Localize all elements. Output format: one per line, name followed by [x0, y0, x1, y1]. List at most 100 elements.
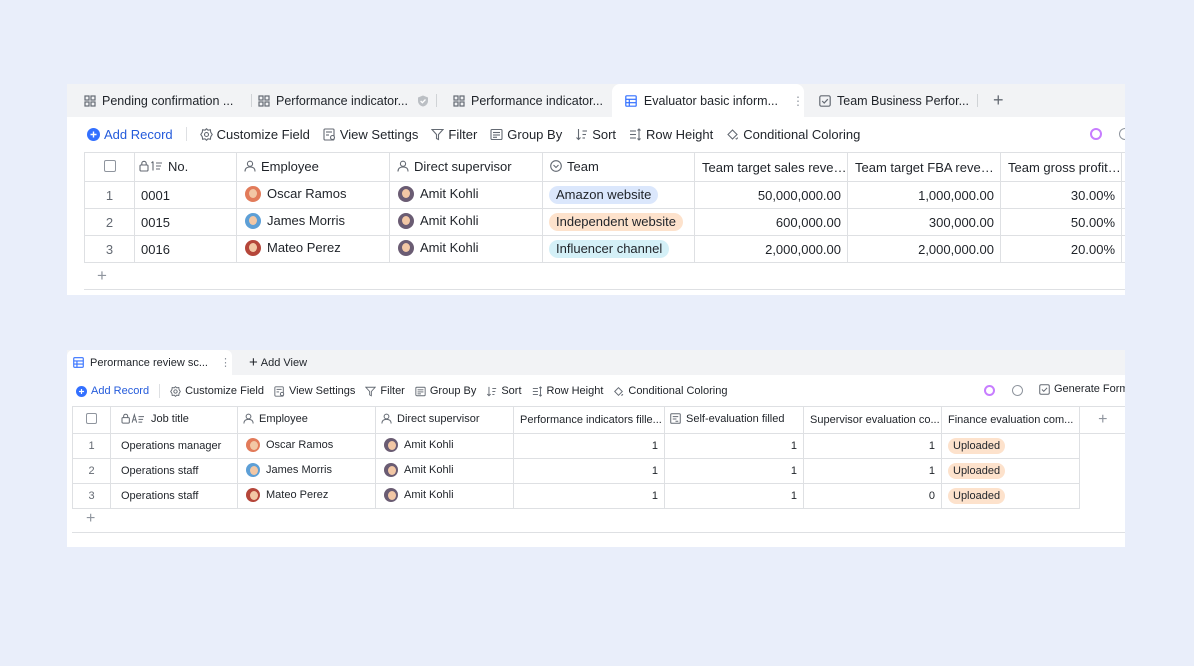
cell-gross-profit[interactable]: 20.00%	[1000, 235, 1122, 263]
table-row[interactable]: 2 0015 James Morris Amit Kohli Independe…	[84, 208, 1125, 236]
column-header-performance-indicators[interactable]: Performance indicators fille...	[513, 406, 665, 434]
table-row[interactable]: 3 Operations staff Mateo Perez Amit Kohl…	[72, 483, 1125, 509]
view-settings-button[interactable]: View Settings	[274, 385, 355, 397]
row-height-button[interactable]: Row Height	[532, 385, 604, 397]
cell-finance-evaluation[interactable]: Uploaded	[941, 483, 1080, 509]
customize-field-button[interactable]: Customize Field	[199, 127, 310, 142]
history-icon[interactable]	[1119, 128, 1125, 140]
tab-divider	[977, 94, 978, 107]
customize-field-button[interactable]: Customize Field	[170, 385, 264, 397]
cell-finance-evaluation[interactable]: Uploaded	[941, 433, 1080, 459]
group-by-button[interactable]: Group By	[490, 127, 562, 142]
cell-no[interactable]: 0015	[134, 208, 237, 236]
cell-performance-indicators[interactable]: 1	[513, 458, 665, 484]
tab-performance-indicator-2[interactable]: Performance indicator...	[452, 84, 612, 117]
cell-team[interactable]: Independent website	[542, 208, 695, 236]
column-header-employee[interactable]: Employee	[236, 152, 390, 182]
group-by-button[interactable]: Group By	[415, 385, 476, 397]
cell-performance-indicators[interactable]: 1	[513, 483, 665, 509]
cell-supervisor-evaluation[interactable]: 0	[803, 483, 942, 509]
cell-no[interactable]: 0001	[134, 181, 237, 209]
column-header-finance-evaluation[interactable]: Finance evaluation com...	[941, 406, 1080, 434]
history-icon[interactable]	[1012, 385, 1023, 396]
filter-button[interactable]: Filter	[365, 385, 405, 397]
column-header-gross-profit[interactable]: Team gross profit ...	[1000, 152, 1122, 182]
cell-supervisor-evaluation[interactable]: 1	[803, 433, 942, 459]
cell-employee[interactable]: Mateo Perez	[237, 483, 376, 509]
cell-employee[interactable]: James Morris	[236, 208, 390, 236]
column-header-employee[interactable]: Employee	[237, 406, 376, 434]
cell-team[interactable]: Amazon website	[542, 181, 695, 209]
ai-assistant-icon[interactable]	[1090, 128, 1102, 140]
row-height-label: Row Height	[546, 385, 604, 397]
column-header-sales-revenue[interactable]: Team target sales revenue	[694, 152, 848, 182]
row-height-button[interactable]: Row Height	[629, 127, 713, 142]
cell-supervisor[interactable]: Amit Kohli	[375, 458, 514, 484]
cell-supervisor[interactable]: Amit Kohli	[389, 208, 543, 236]
add-row-plus-icon[interactable]: +	[97, 266, 107, 286]
conditional-coloring-button[interactable]: Conditional Coloring	[613, 385, 727, 397]
conditional-coloring-button[interactable]: Conditional Coloring	[726, 127, 860, 142]
table-row[interactable]: 1 Operations manager Oscar Ramos Amit Ko…	[72, 433, 1125, 459]
column-header-supervisor-evaluation[interactable]: Supervisor evaluation co...	[803, 406, 942, 434]
cell-sales-revenue[interactable]: 50,000,000.00	[694, 181, 848, 209]
cell-team[interactable]: Influencer channel	[542, 235, 695, 263]
table-row[interactable]: 3 0016 Mateo Perez Amit Kohli Influencer…	[84, 235, 1125, 263]
table-row[interactable]: 1 0001 Oscar Ramos Amit Kohli Amazon web…	[84, 181, 1125, 209]
cell-fba-revenue[interactable]: 2,000,000.00	[847, 235, 1001, 263]
cell-sales-revenue[interactable]: 600,000.00	[694, 208, 848, 236]
tab-performance-indicator-1[interactable]: Performance indicator...	[257, 84, 437, 117]
more-vertical-icon[interactable]: ⋮	[220, 356, 231, 369]
add-row-plus-icon[interactable]: +	[86, 510, 95, 528]
column-header-fba-revenue[interactable]: Team target FBA revenue	[847, 152, 1001, 182]
column-header-no[interactable]: No.	[134, 152, 237, 182]
cell-finance-evaluation[interactable]: Uploaded	[941, 458, 1080, 484]
cell-supervisor[interactable]: Amit Kohli	[389, 235, 543, 263]
select-all-checkbox[interactable]	[72, 406, 111, 434]
cell-performance-indicators[interactable]: 1	[513, 433, 665, 459]
tab-performance-review[interactable]: Perormance review sc... ⋮	[67, 350, 232, 375]
cell-self-evaluation[interactable]: 1	[664, 433, 804, 459]
cell-self-evaluation[interactable]: 1	[664, 458, 804, 484]
cell-supervisor[interactable]: Amit Kohli	[389, 181, 543, 209]
cell-employee[interactable]: James Morris	[237, 458, 376, 484]
add-record-button[interactable]: Add Record	[87, 127, 173, 142]
view-settings-button[interactable]: View Settings	[323, 127, 418, 142]
cell-job-title[interactable]: Operations staff	[110, 458, 238, 484]
sort-button[interactable]: Sort	[486, 385, 522, 397]
column-header-job-title[interactable]: Job title	[110, 406, 238, 434]
add-record-button[interactable]: Add Record	[76, 385, 149, 397]
column-header-direct-supervisor[interactable]: Direct supervisor	[375, 406, 514, 434]
filter-button[interactable]: Filter	[431, 127, 477, 142]
column-header-team[interactable]: Team	[542, 152, 695, 182]
generate-form-button[interactable]: Generate Form	[1039, 383, 1125, 395]
cell-job-title[interactable]: Operations staff	[110, 483, 238, 509]
cell-employee[interactable]: Oscar Ramos	[236, 181, 390, 209]
cell-gross-profit[interactable]: 30.00%	[1000, 181, 1122, 209]
cell-job-title[interactable]: Operations manager	[110, 433, 238, 459]
cell-self-evaluation[interactable]: 1	[664, 483, 804, 509]
column-header-direct-supervisor[interactable]: Direct supervisor	[389, 152, 543, 182]
add-tab-plus-icon[interactable]: +	[993, 91, 1004, 109]
tab-evaluator-basic-info[interactable]: Evaluator basic inform... ⋮	[612, 84, 804, 117]
cell-gross-profit[interactable]: 50.00%	[1000, 208, 1122, 236]
cell-supervisor[interactable]: Amit Kohli	[375, 433, 514, 459]
select-all-checkbox[interactable]	[84, 152, 135, 182]
add-view-button[interactable]: + Add View	[249, 350, 307, 375]
column-header-self-evaluation[interactable]: Self-evaluation filled	[664, 406, 804, 434]
table-row[interactable]: 2 Operations staff James Morris Amit Koh…	[72, 458, 1125, 484]
sort-button[interactable]: Sort	[575, 127, 616, 142]
cell-supervisor-evaluation[interactable]: 1	[803, 458, 942, 484]
add-column-plus-icon[interactable]: +	[1079, 406, 1125, 434]
cell-no[interactable]: 0016	[134, 235, 237, 263]
cell-fba-revenue[interactable]: 1,000,000.00	[847, 181, 1001, 209]
tab-pending-confirmation[interactable]: Pending confirmation ...	[83, 84, 257, 117]
more-vertical-icon[interactable]: ⋮	[792, 94, 804, 108]
cell-sales-revenue[interactable]: 2,000,000.00	[694, 235, 848, 263]
cell-employee[interactable]: Mateo Perez	[236, 235, 390, 263]
ai-assistant-icon[interactable]	[984, 385, 995, 396]
cell-employee[interactable]: Oscar Ramos	[237, 433, 376, 459]
cell-supervisor[interactable]: Amit Kohli	[375, 483, 514, 509]
cell-fba-revenue[interactable]: 300,000.00	[847, 208, 1001, 236]
tab-team-business-performance[interactable]: Team Business Perfor...	[818, 84, 978, 117]
